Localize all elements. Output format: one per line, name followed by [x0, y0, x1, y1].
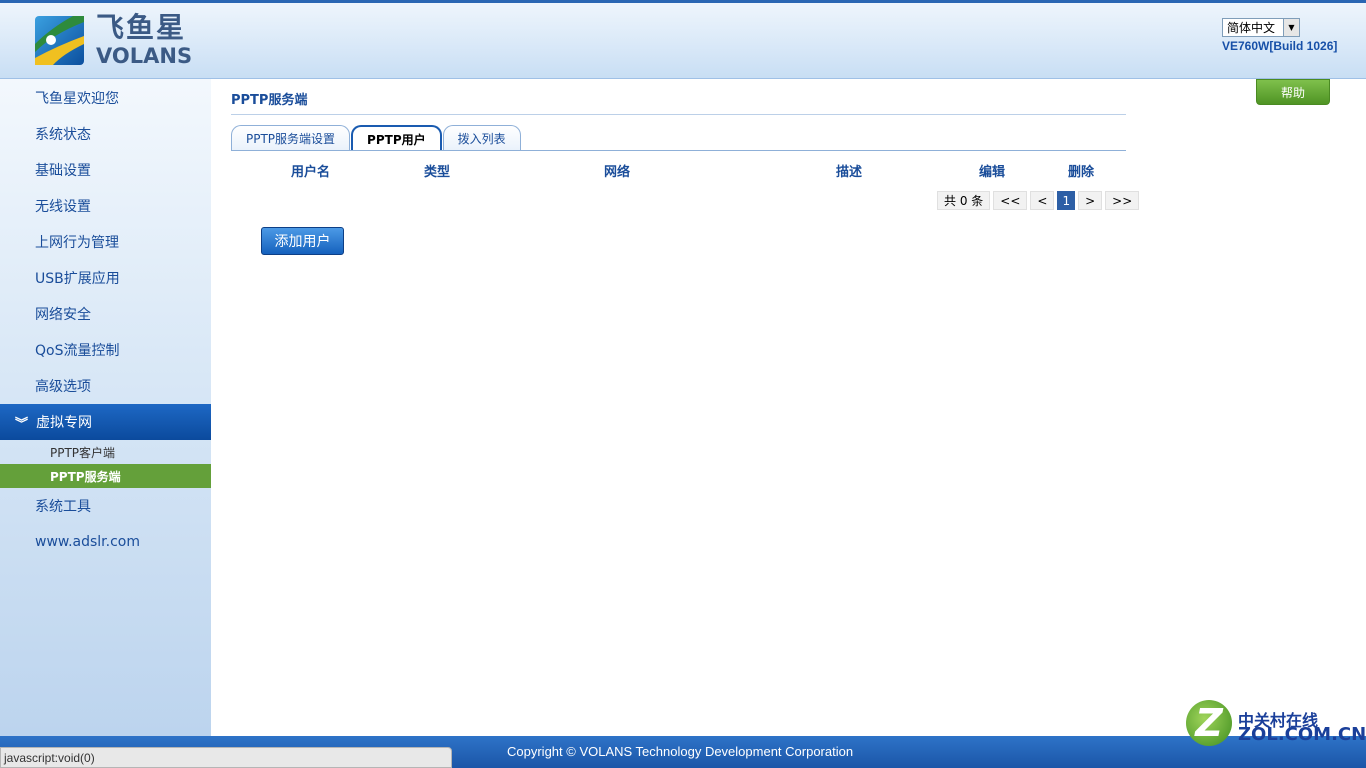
- sidebar-item-wireless-settings[interactable]: 无线设置: [0, 188, 211, 224]
- sidebar-item-vpn-label: 虚拟专网: [36, 415, 93, 431]
- sidebar-item-qos[interactable]: QoS流量控制: [0, 332, 211, 368]
- browser-status-bar: javascript:void(0): [0, 747, 452, 768]
- sidebar-item-welcome[interactable]: 飞鱼星欢迎您: [0, 80, 211, 116]
- column-delete: 删除: [1068, 165, 1095, 180]
- copyright-text: Copyright © VOLANS Technology Developmen…: [507, 744, 854, 759]
- column-username: 用户名: [291, 165, 331, 180]
- page-title: PPTP服务端: [231, 93, 308, 108]
- volans-logo[interactable]: 飞鱼星 VOLANS: [33, 14, 192, 67]
- sidebar-item-vpn[interactable]: ︾ 虚拟专网: [0, 404, 211, 440]
- tab-bar: PPTP服务端设置 PPTP用户 拨入列表: [231, 125, 522, 151]
- sidebar-item-network-security[interactable]: 网络安全: [0, 296, 211, 332]
- sidebar-item-system-tools[interactable]: 系统工具: [0, 488, 211, 524]
- help-button[interactable]: 帮助: [1256, 79, 1330, 105]
- sidebar-item-usb-apps[interactable]: USB扩展应用: [0, 260, 211, 296]
- firmware-version: VE760W[Build 1026]: [1222, 39, 1338, 53]
- sidebar-subitem-pptp-server[interactable]: PPTP服务端: [0, 464, 211, 488]
- pager-next-button[interactable]: >: [1078, 191, 1103, 210]
- pagination: 共 0 条 << < 1 > >>: [937, 191, 1140, 210]
- pager-last-button[interactable]: >>: [1105, 191, 1140, 210]
- logo-english-name: VOLANS: [96, 44, 193, 68]
- sidebar-item-system-status[interactable]: 系统状态: [0, 116, 211, 152]
- watermark-english: ZOL.COM.CN: [1238, 724, 1366, 745]
- title-divider: [231, 114, 1126, 115]
- column-description: 描述: [836, 165, 863, 180]
- zol-watermark: Z 中关村在线 ZOL.COM.CN: [1186, 700, 1366, 750]
- sidebar-item-advanced[interactable]: 高级选项: [0, 368, 211, 404]
- pager-current-page[interactable]: 1: [1057, 191, 1076, 210]
- tab-underline: [231, 150, 1126, 151]
- language-select[interactable]: 简体中文 ▼: [1222, 18, 1300, 37]
- tab-pptp-users[interactable]: PPTP用户: [351, 125, 442, 151]
- pager-total-count: 共 0 条: [937, 191, 991, 210]
- logo-chinese-name: 飞鱼星: [96, 11, 187, 44]
- tab-dial-in-list[interactable]: 拨入列表: [442, 125, 521, 150]
- sidebar-nav: 飞鱼星欢迎您 系统状态 基础设置 无线设置 上网行为管理 USB扩展应用 网络安…: [0, 79, 211, 736]
- tab-pptp-server-settings[interactable]: PPTP服务端设置: [231, 125, 351, 150]
- logo-mark-icon: [33, 14, 86, 67]
- sidebar-item-website-link[interactable]: www.adslr.com: [0, 524, 211, 560]
- table-header: 用户名 类型 网络 描述 编辑 删除: [231, 159, 1126, 181]
- column-type: 类型: [424, 165, 451, 180]
- sidebar-item-basic-settings[interactable]: 基础设置: [0, 152, 211, 188]
- dropdown-arrow-icon[interactable]: ▼: [1283, 19, 1299, 36]
- double-chevron-down-icon: ︾: [15, 416, 29, 432]
- language-selected-value: 简体中文: [1227, 21, 1276, 35]
- column-network: 网络: [604, 165, 631, 180]
- top-header: 飞鱼星 VOLANS 简体中文 ▼ VE760W[Build 1026]: [0, 0, 1366, 79]
- sidebar-subitem-pptp-client[interactable]: PPTP客户端: [0, 440, 211, 464]
- zol-logo-icon: Z: [1186, 700, 1232, 746]
- column-edit: 编辑: [979, 165, 1006, 180]
- sidebar-item-behavior-management[interactable]: 上网行为管理: [0, 224, 211, 260]
- pager-prev-button[interactable]: <: [1030, 191, 1055, 210]
- add-user-button[interactable]: 添加用户: [261, 227, 344, 255]
- pager-first-button[interactable]: <<: [993, 191, 1028, 210]
- main-content: PPTP服务端 帮助 PPTP服务端设置 PPTP用户 拨入列表 用户名 类型 …: [211, 79, 1366, 736]
